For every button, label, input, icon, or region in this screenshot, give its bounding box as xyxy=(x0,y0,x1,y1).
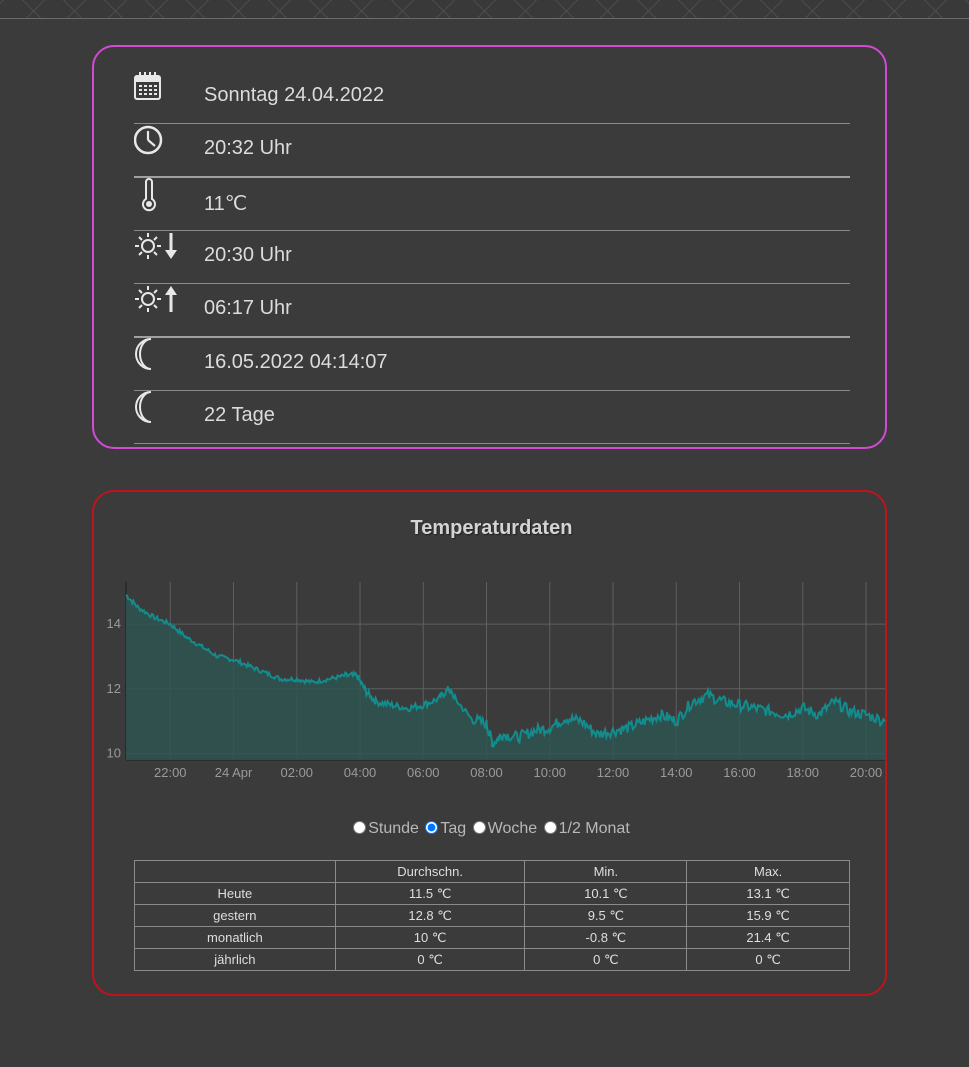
table-cell: Heute xyxy=(134,882,336,905)
table-header xyxy=(134,860,336,883)
moon-icon xyxy=(134,337,182,381)
x-tick-label: 22:00 xyxy=(154,765,187,780)
table-row: jährlich 0 ℃ 0 ℃ 0 ℃ xyxy=(134,948,850,971)
table-cell: jährlich xyxy=(134,948,336,971)
range-radio-hour[interactable] xyxy=(353,821,367,834)
range-option-week[interactable]: Woche xyxy=(472,820,537,837)
range-option-half-month[interactable]: 1/2 Monat xyxy=(543,820,630,837)
thermometer-icon xyxy=(134,177,182,221)
x-tick-label: 02:00 xyxy=(281,765,314,780)
time-text: 20:32 Uhr xyxy=(204,137,292,159)
table-row: monatlich 10 ℃ -0.8 ℃ 21.4 ℃ xyxy=(134,926,850,949)
sunset-icon xyxy=(134,230,182,274)
table-cell: gestern xyxy=(134,904,336,927)
x-tick-label: 04:00 xyxy=(344,765,377,780)
top-decorative-bar xyxy=(0,0,969,19)
table-cell: 15.9 ℃ xyxy=(686,904,850,927)
table-header-row: Durchschn. Min. Max. xyxy=(134,860,850,883)
date-row: Sonntag 24.04.2022 xyxy=(134,70,850,124)
range-option-hour[interactable]: Stunde xyxy=(353,820,419,837)
temperature-chart: 22:00 24 Apr 02:00 04:00 06:00 08:00 10:00 12:0… xyxy=(107,582,886,780)
sunrise-text: 06:17 Uhr xyxy=(204,297,292,319)
x-tick-label: 08:00 xyxy=(470,765,503,780)
table-header: Min. xyxy=(524,860,688,883)
table-cell: 9.5 ℃ xyxy=(524,904,688,927)
calendar-icon xyxy=(134,70,182,114)
moon-icon xyxy=(134,390,182,434)
temperature-card: Temperaturdaten 22:00 24 Apr 02:00 04:00 06:… xyxy=(92,490,887,996)
range-selector: Stunde Tag Woche 1/2 Monat xyxy=(94,820,889,838)
x-tick-label: 24 Apr xyxy=(215,765,253,780)
sunset-row: 20:30 Uhr xyxy=(134,230,850,284)
range-radio-week[interactable] xyxy=(472,821,486,834)
date-text: Sonntag 24.04.2022 xyxy=(204,84,385,106)
info-card: Sonntag 24.04.2022 20:32 Uhr 11℃ 20:30 U… xyxy=(92,45,887,449)
table-row: Heute 11.5 ℃ 10.1 ℃ 13.1 ℃ xyxy=(134,882,850,905)
table-cell: 10.1 ℃ xyxy=(524,882,688,905)
range-radio-half-month[interactable] xyxy=(543,821,557,834)
table-cell: 0 ℃ xyxy=(334,948,526,971)
table-header: Max. xyxy=(686,860,850,883)
y-tick-label: 14 xyxy=(107,616,121,631)
temperature-row: 11℃ xyxy=(134,177,850,231)
x-tick-label: 14:00 xyxy=(660,765,693,780)
x-tick-label: 20:00 xyxy=(850,765,883,780)
moon-days-row: 22 Tage xyxy=(134,390,850,444)
sunrise-row: 06:17 Uhr xyxy=(134,283,850,338)
table-cell: 13.1 ℃ xyxy=(686,882,850,905)
table-cell: 0 ℃ xyxy=(524,948,688,971)
y-tick-label: 10 xyxy=(107,746,121,761)
chart-title: Temperaturdaten xyxy=(410,517,573,539)
table-cell: 10 ℃ xyxy=(334,926,526,949)
y-tick-label: 12 xyxy=(107,681,121,696)
table-cell: 21.4 ℃ xyxy=(686,926,850,949)
table-row: gestern 12.8 ℃ 9.5 ℃ 15.9 ℃ xyxy=(134,904,850,927)
time-row: 20:32 Uhr xyxy=(133,123,850,178)
table-cell: 12.8 ℃ xyxy=(334,904,526,927)
moon-date-row: 16.05.2022 04:14:07 xyxy=(134,337,850,391)
table-cell: monatlich xyxy=(134,926,336,949)
temperature-stats-table: Durchschn. Min. Max. Heute 11.5 ℃ 10.1 ℃… xyxy=(134,860,850,971)
table-header: Durchschn. xyxy=(334,860,526,883)
sunset-text: 20:30 Uhr xyxy=(204,244,292,266)
moon-date-text: 16.05.2022 04:14:07 xyxy=(204,351,388,373)
table-cell: -0.8 ℃ xyxy=(524,926,688,949)
table-cell: 11.5 ℃ xyxy=(334,882,526,905)
table-cell: 0 ℃ xyxy=(686,948,850,971)
range-radio-day[interactable] xyxy=(425,821,439,834)
range-option-day[interactable]: Tag xyxy=(425,820,466,837)
x-tick-label: 16:00 xyxy=(723,765,756,780)
moon-days-text: 22 Tage xyxy=(204,404,275,426)
x-tick-label: 06:00 xyxy=(407,765,440,780)
x-tick-label: 12:00 xyxy=(597,765,630,780)
x-tick-label: 18:00 xyxy=(787,765,820,780)
sunrise-icon xyxy=(134,283,182,327)
clock-icon xyxy=(133,123,182,167)
temperature-text: 11℃ xyxy=(204,193,248,215)
x-tick-label: 10:00 xyxy=(534,765,567,780)
